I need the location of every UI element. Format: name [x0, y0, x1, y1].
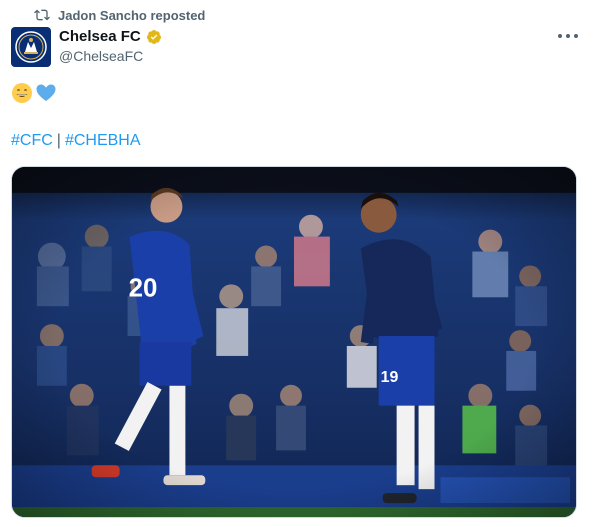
post-media-photo[interactable]: 20 19 [11, 166, 577, 518]
hashtag-link[interactable]: #CHEBHA [65, 132, 141, 150]
author-name-row[interactable]: Chelsea FC [59, 28, 162, 45]
verified-badge-icon [146, 29, 161, 44]
players-photo: 20 19 [12, 167, 576, 517]
post-hashtags: #CFC | #CHEBHA [11, 132, 141, 150]
hashtag-separator: | [56, 132, 61, 149]
more-dot [574, 34, 578, 38]
repost-icon [34, 9, 50, 21]
repost-header[interactable]: Jadon Sancho reposted [34, 6, 205, 24]
repost-label: Jadon Sancho reposted [58, 7, 206, 23]
grinning-face-emoji [12, 83, 32, 103]
more-dot [558, 34, 562, 38]
more-dot [566, 34, 570, 38]
more-options-icon[interactable] [558, 28, 578, 44]
hashtag-link[interactable]: #CFC [11, 132, 53, 150]
post-emojis [11, 82, 57, 104]
blue-heart-emoji [36, 84, 56, 101]
chelsea-crest-icon [15, 31, 47, 63]
display-name[interactable]: Chelsea FC [59, 28, 141, 45]
avatar[interactable] [11, 27, 51, 67]
author-handle[interactable]: @ChelseaFC [59, 48, 143, 64]
